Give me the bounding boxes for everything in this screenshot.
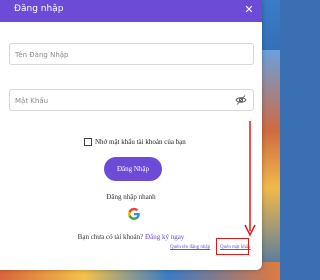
forgot-username-link[interactable]: Quên tên đăng nhập — [170, 245, 210, 250]
quick-login-label: Đăng nhập nhanh — [106, 193, 156, 201]
password-input[interactable] — [10, 91, 225, 111]
signup-link[interactable]: Đăng ký ngay — [145, 233, 184, 241]
remember-checkbox[interactable] — [84, 138, 92, 146]
google-icon[interactable] — [127, 207, 141, 221]
remember-label: Nhớ mật khẩu tài khoản của bạn — [95, 138, 186, 146]
modal-title: Đăng nhập — [14, 4, 64, 14]
annotation-highlight-box — [216, 238, 249, 255]
username-input[interactable] — [10, 45, 225, 65]
remember-password[interactable]: Nhớ mật khẩu tài khoản của bạn — [84, 138, 186, 146]
signup-prompt: Bạn chưa có tài khoản? — [77, 233, 144, 241]
username-field[interactable] — [9, 43, 254, 65]
eye-off-icon[interactable] — [235, 94, 247, 106]
login-modal: Đăng nhập ✕ Nhớ mật khẩu tài khoản của b… — [0, 0, 262, 270]
annotation-arrow — [244, 121, 256, 237]
background-decoration — [260, 50, 280, 280]
login-button[interactable]: Đăng Nhập — [104, 157, 162, 181]
close-icon[interactable]: ✕ — [242, 3, 256, 17]
password-field[interactable] — [9, 89, 254, 111]
modal-header: Đăng nhập ✕ — [0, 0, 262, 22]
